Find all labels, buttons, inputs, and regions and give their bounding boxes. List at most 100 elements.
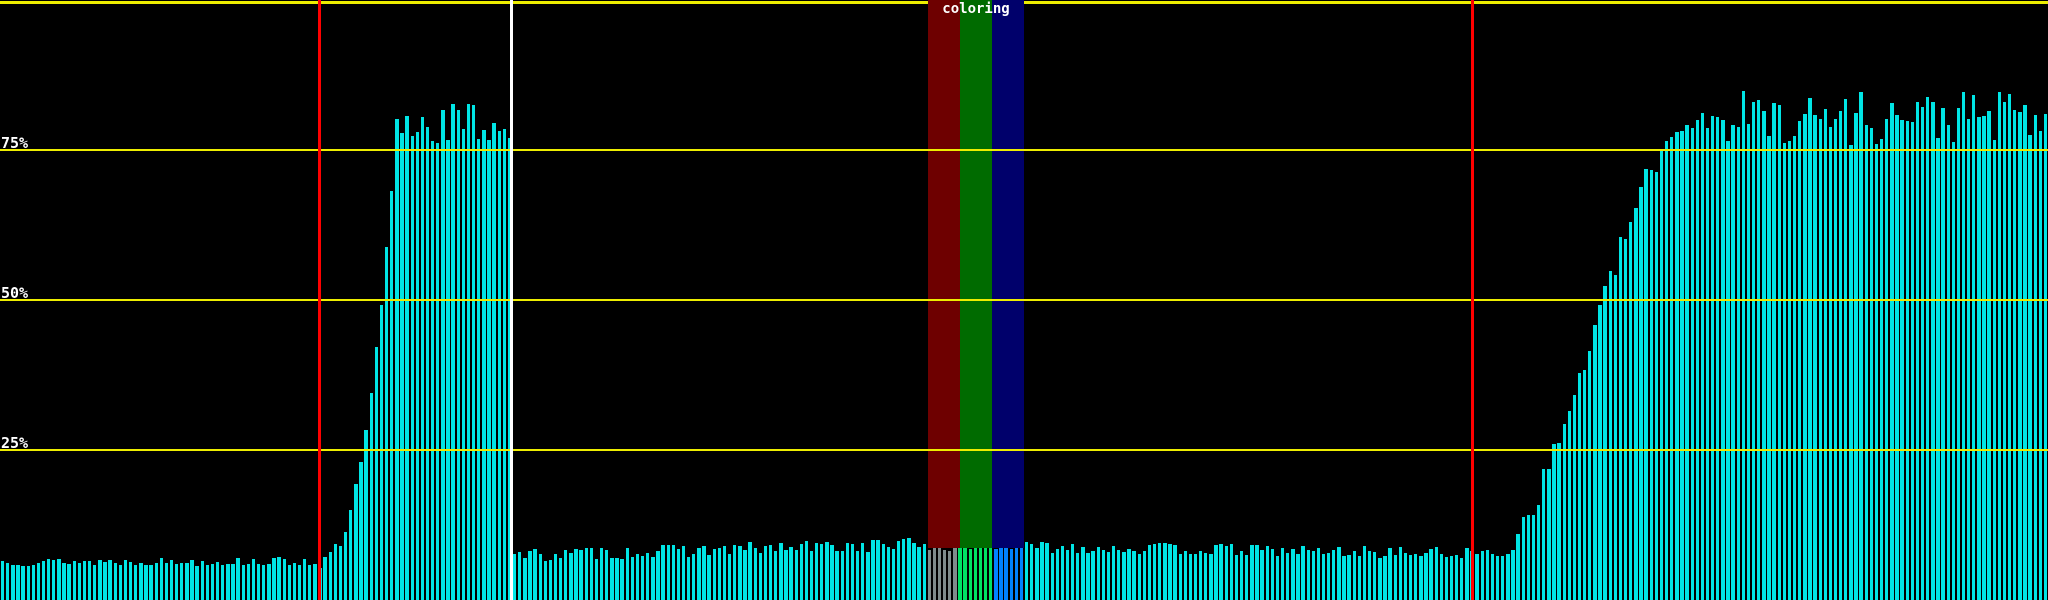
bar xyxy=(1347,554,1351,600)
bar xyxy=(1501,556,1505,600)
bar xyxy=(169,559,174,600)
bar xyxy=(195,565,199,600)
bar xyxy=(1096,546,1100,600)
bar xyxy=(1603,285,1607,600)
bar xyxy=(615,557,619,600)
bar xyxy=(1035,548,1039,600)
bar xyxy=(523,557,527,600)
bar xyxy=(1787,141,1792,600)
bar xyxy=(994,548,998,600)
bar xyxy=(1019,544,1024,600)
bar xyxy=(180,562,184,600)
bar xyxy=(1526,515,1531,600)
bar xyxy=(1710,115,1715,600)
bar xyxy=(907,538,911,600)
bar xyxy=(1577,372,1582,600)
bar xyxy=(1311,550,1315,600)
bar xyxy=(333,543,338,600)
bar xyxy=(1024,541,1029,600)
bar xyxy=(226,564,230,600)
bar xyxy=(451,103,455,600)
bar xyxy=(1751,102,1756,600)
bar xyxy=(902,539,906,600)
bar xyxy=(738,545,742,600)
bar xyxy=(1634,207,1638,600)
bar xyxy=(482,129,486,600)
bar xyxy=(1572,395,1577,600)
bar xyxy=(1598,304,1602,600)
bar xyxy=(1091,550,1095,600)
bar xyxy=(1838,111,1843,600)
bar xyxy=(231,563,235,600)
bar xyxy=(1414,554,1418,600)
bar xyxy=(128,562,133,600)
bar xyxy=(390,191,394,600)
bar xyxy=(1117,549,1121,600)
event-marker-line-1 xyxy=(318,0,321,600)
bar xyxy=(446,140,450,600)
bar xyxy=(840,550,844,600)
bar xyxy=(349,509,353,600)
bar xyxy=(139,563,143,600)
bar xyxy=(574,548,578,600)
bar xyxy=(1373,552,1377,600)
bar xyxy=(599,548,604,600)
bar xyxy=(134,565,138,600)
bar xyxy=(1966,118,1971,600)
bar xyxy=(1618,237,1623,600)
bar xyxy=(1219,544,1223,600)
bar xyxy=(1700,112,1705,600)
bar xyxy=(1987,110,1991,600)
bar xyxy=(1972,95,1976,600)
bar xyxy=(2002,102,2007,600)
bar xyxy=(2033,115,2037,600)
bar xyxy=(1798,120,1802,600)
bar xyxy=(2028,135,2032,600)
bar xyxy=(1362,546,1367,600)
gridline-75 xyxy=(0,149,2048,151)
bar xyxy=(579,550,583,600)
bar xyxy=(1690,128,1694,600)
bar xyxy=(436,142,440,600)
bar xyxy=(1245,555,1249,600)
bar xyxy=(1813,115,1817,600)
bar xyxy=(26,565,30,600)
bar xyxy=(1726,140,1730,600)
bar xyxy=(861,542,865,600)
bar xyxy=(1992,140,1996,600)
bar xyxy=(1557,443,1561,600)
bar xyxy=(67,564,71,600)
bar xyxy=(845,543,850,600)
bar xyxy=(1454,555,1459,600)
bar xyxy=(1076,553,1080,600)
bar xyxy=(1782,143,1787,600)
axis-label-75: 75% xyxy=(1,134,29,152)
bar xyxy=(1239,550,1244,600)
bar xyxy=(57,559,61,600)
bar xyxy=(1485,550,1490,600)
bar xyxy=(779,543,783,600)
bar xyxy=(1460,558,1464,600)
bar xyxy=(292,562,297,600)
axis-label-25: 25% xyxy=(1,434,29,452)
bar xyxy=(1746,124,1751,600)
bar xyxy=(159,558,163,600)
bar xyxy=(850,543,855,600)
bar xyxy=(1255,544,1259,600)
bar xyxy=(1849,144,1853,600)
coloring-band-red xyxy=(928,0,960,548)
bar xyxy=(1659,149,1664,600)
bar xyxy=(108,560,112,600)
bar xyxy=(774,550,778,600)
bar xyxy=(661,544,665,600)
bar xyxy=(77,562,82,600)
coloring-band-blue xyxy=(992,0,1024,548)
bar xyxy=(1931,102,1935,600)
bar xyxy=(1178,553,1182,600)
bar xyxy=(1332,550,1336,600)
bar xyxy=(154,563,158,600)
bar xyxy=(456,109,460,600)
bar xyxy=(1152,544,1157,600)
bar xyxy=(98,560,102,600)
bar xyxy=(1542,469,1546,600)
